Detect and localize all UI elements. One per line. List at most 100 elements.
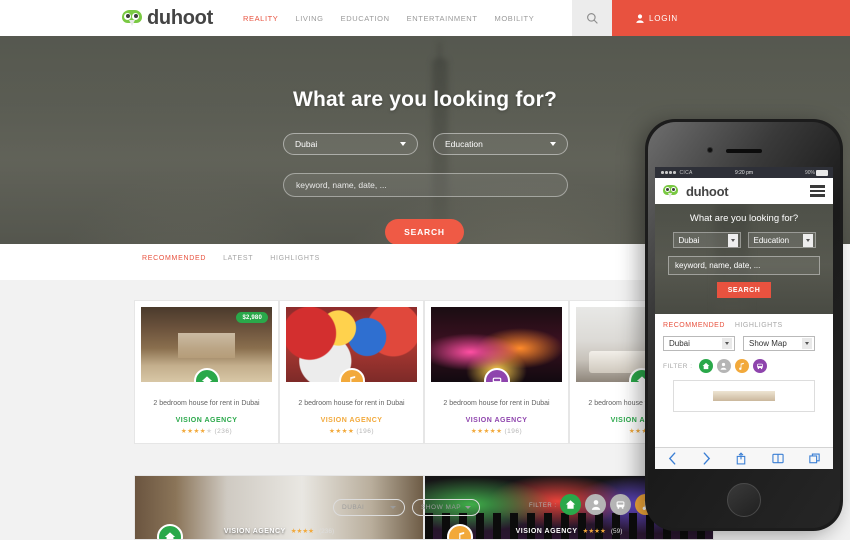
phone-result-card[interactable] bbox=[673, 380, 815, 412]
phone-category-select[interactable]: Education bbox=[747, 232, 816, 248]
phone-keyword-input[interactable] bbox=[668, 256, 820, 275]
phone-filter-selects: Dubai Show Map bbox=[655, 329, 833, 351]
back-icon[interactable] bbox=[668, 452, 677, 465]
phone-sort-tabs: RECOMMENDED HIGHLIGHTS bbox=[655, 314, 833, 329]
phone-filter-row: FILTER : bbox=[655, 351, 833, 373]
person-filter-icon[interactable] bbox=[716, 359, 731, 373]
hero-title: What are you looking for? bbox=[292, 88, 557, 111]
share-icon[interactable] bbox=[736, 452, 746, 465]
card-image bbox=[286, 307, 417, 382]
hero-search-button[interactable]: SEARCH bbox=[385, 219, 464, 244]
header-search-button[interactable] bbox=[572, 0, 612, 36]
result-card[interactable]: 2 bedroom house for rent in Dubai VISION… bbox=[279, 300, 424, 444]
phone-map-select[interactable]: Show Map bbox=[743, 336, 815, 351]
card-image: $2,980 bbox=[141, 307, 272, 382]
card-title: 2 bedroom house for rent in Dubai bbox=[443, 400, 550, 407]
card-agency: VISION AGENCY bbox=[515, 527, 578, 535]
owl-logo-icon bbox=[122, 9, 142, 27]
phone-select-row: Dubai Education bbox=[655, 232, 833, 248]
filter-label: FILTER : bbox=[529, 503, 557, 509]
home-filter-icon[interactable] bbox=[698, 359, 713, 373]
main-nav: REALITY LIVING EDUCATION ENTERTAINMENT M… bbox=[243, 14, 534, 23]
nav-item-living[interactable]: LIVING bbox=[295, 14, 323, 23]
result-card[interactable]: $2,980 2 bedroom house for rent in Dubai… bbox=[134, 300, 279, 444]
phone-tab-highlights[interactable]: HIGHLIGHTS bbox=[735, 322, 783, 329]
card-image bbox=[431, 307, 562, 382]
card-review-count: (196) bbox=[356, 427, 374, 435]
card-review-count: (196) bbox=[504, 427, 523, 435]
chevron-down-icon bbox=[390, 506, 396, 509]
card-review-count: (236) bbox=[214, 427, 233, 435]
filter-icon-group bbox=[560, 494, 656, 515]
forward-icon[interactable] bbox=[702, 452, 711, 465]
tabs-icon[interactable] bbox=[809, 453, 820, 464]
card-stars: ★★★★ bbox=[290, 528, 314, 535]
transport-filter-icon[interactable] bbox=[610, 494, 631, 515]
login-label: LOGIN bbox=[649, 13, 678, 23]
phone-tab-recommended[interactable]: RECOMMENDED bbox=[663, 322, 725, 329]
chevron-down-icon bbox=[550, 142, 556, 146]
search-icon bbox=[586, 12, 598, 24]
card-agency: VISION AGENCY bbox=[175, 416, 238, 424]
hamburger-menu-icon[interactable] bbox=[810, 183, 825, 199]
phone-location-select[interactable]: Dubai bbox=[672, 232, 741, 248]
nav-item-reality[interactable]: REALITY bbox=[243, 14, 278, 23]
tab-highlights[interactable]: HIGHLIGHTS bbox=[270, 255, 320, 262]
phone-location-value: Dubai bbox=[678, 235, 700, 245]
login-button[interactable]: LOGIN bbox=[612, 0, 850, 36]
front-camera-icon bbox=[707, 147, 713, 153]
card-stars: ★★★★★ bbox=[470, 427, 503, 435]
phone-header: duhoot bbox=[655, 178, 833, 204]
card-agency: VISION AGENCY bbox=[223, 527, 286, 535]
battery-label: 90% bbox=[804, 169, 815, 176]
phone-mockup: CICA 9:20 pm 90% duhoot What are you loo… bbox=[645, 119, 843, 531]
price-badge: $2,980 bbox=[236, 312, 268, 323]
chevron-down-icon bbox=[722, 338, 732, 349]
card-half-star: ★ bbox=[206, 427, 213, 435]
chevron-down-icon bbox=[802, 233, 813, 247]
logo-text: duhoot bbox=[147, 6, 213, 29]
card-rating: ★★★★★ (196) bbox=[431, 427, 562, 435]
result-card[interactable]: 2 bedroom house for rent in Dubai VISION… bbox=[424, 300, 569, 444]
filter-city-value: DUBAI bbox=[342, 504, 365, 511]
hero-location-select[interactable]: Dubai bbox=[283, 133, 418, 155]
chevron-down-icon bbox=[465, 506, 471, 509]
card-rating: ★★★★★ (236) bbox=[141, 427, 272, 435]
signal-icon bbox=[661, 171, 676, 174]
nav-item-entertainment[interactable]: ENTERTAINMENT bbox=[407, 14, 478, 23]
hero-keyword-input[interactable] bbox=[283, 173, 568, 197]
site-logo[interactable]: duhoot bbox=[122, 7, 213, 30]
earpiece-speaker bbox=[726, 149, 762, 153]
filter-city-select[interactable]: DUBAI bbox=[333, 499, 405, 516]
phone-city-select[interactable]: Dubai bbox=[663, 336, 735, 351]
nav-item-education[interactable]: EDUCATION bbox=[341, 14, 390, 23]
hero-category-value: Education bbox=[445, 139, 483, 149]
filter-map-select[interactable]: SHOW MAP bbox=[412, 499, 480, 516]
music-filter-icon[interactable] bbox=[734, 359, 749, 373]
tab-recommended[interactable]: RECOMMENDED bbox=[142, 255, 206, 262]
phone-category-value: Education bbox=[753, 235, 790, 245]
site-header: duhoot REALITY LIVING EDUCATION ENTERTAI… bbox=[0, 0, 850, 36]
filter-map-value: SHOW MAP bbox=[421, 504, 462, 511]
phone-city-value: Dubai bbox=[669, 339, 690, 348]
logo-text: duhoot bbox=[686, 183, 729, 199]
hero-category-select[interactable]: Education bbox=[433, 133, 568, 155]
card-review-count: (236) bbox=[319, 527, 335, 535]
card-agency: VISION AGENCY bbox=[465, 416, 528, 424]
home-button[interactable] bbox=[727, 483, 761, 517]
hero-select-row: Dubai Education bbox=[283, 133, 568, 155]
person-filter-icon[interactable] bbox=[585, 494, 606, 515]
home-filter-icon[interactable] bbox=[560, 494, 581, 515]
nav-item-mobility[interactable]: MOBILITY bbox=[495, 14, 535, 23]
battery-icon bbox=[816, 170, 828, 176]
chevron-down-icon bbox=[802, 338, 812, 349]
phone-hero-title: What are you looking for? bbox=[689, 213, 799, 224]
phone-screen: CICA 9:20 pm 90% duhoot What are you loo… bbox=[655, 167, 833, 469]
transport-filter-icon[interactable] bbox=[752, 359, 767, 373]
carrier-label: CICA bbox=[679, 169, 693, 176]
bookmarks-icon[interactable] bbox=[772, 453, 784, 464]
phone-logo[interactable]: duhoot bbox=[663, 183, 729, 199]
phone-search-button[interactable]: SEARCH bbox=[717, 282, 771, 298]
hero-location-value: Dubai bbox=[295, 139, 318, 149]
tab-latest[interactable]: LATEST bbox=[223, 255, 253, 262]
